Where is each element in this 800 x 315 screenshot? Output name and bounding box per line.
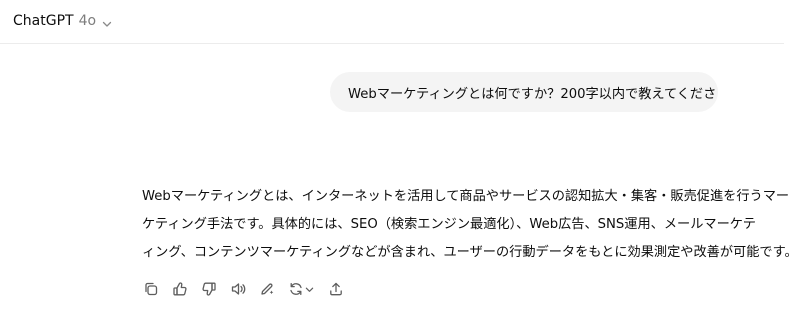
chat-window: ChatGPT 4o Webマーケティングとは何ですか？200字以内で教えてくだ…	[0, 0, 800, 315]
model-switcher[interactable]: ChatGPT 4o	[13, 10, 113, 32]
assistant-message-line: ケティング手法です。具体的には、SEO（検索エンジン最適化）、Web広告、SNS…	[142, 217, 756, 232]
edit-in-canvas-button[interactable]	[256, 279, 277, 300]
thumbs-down-icon	[201, 282, 216, 296]
assistant-message: Webマーケティングとは、インターネットを活用して商品やサービスの認知拡大・集客…	[142, 183, 798, 267]
user-message-bubble: Webマーケティングとは何ですか？200字以内で教えてください。	[330, 72, 718, 112]
user-message-text: Webマーケティングとは何ですか？200字以内で教えてください。	[348, 86, 718, 102]
bad-response-button[interactable]	[198, 279, 219, 300]
edit-icon	[260, 283, 273, 295]
chevron-down-icon	[305, 287, 314, 292]
share-button[interactable]	[325, 279, 346, 300]
top-bar: ChatGPT 4o	[0, 0, 784, 44]
thumbs-up-icon	[172, 282, 187, 296]
message-action-bar	[140, 278, 346, 300]
copy-icon	[144, 282, 157, 296]
read-aloud-icon	[231, 283, 245, 295]
assistant-message-line: ィング、コンテンツマーケティングなどが含まれ、ユーザーの行動データをもとに効果測…	[142, 245, 798, 260]
regenerate-button[interactable]	[285, 279, 317, 300]
model-version: 4o	[78, 13, 97, 29]
copy-button[interactable]	[140, 279, 161, 300]
read-aloud-button[interactable]	[227, 279, 248, 300]
good-response-button[interactable]	[169, 279, 190, 300]
scrollbar[interactable]	[784, 0, 800, 315]
chevron-down-icon	[101, 15, 113, 27]
assistant-message-line: Webマーケティングとは、インターネットを活用して商品やサービスの認知拡大・集客…	[142, 189, 790, 204]
app-name: ChatGPT	[13, 13, 74, 29]
regenerate-icon	[290, 282, 302, 296]
share-icon	[329, 282, 342, 296]
